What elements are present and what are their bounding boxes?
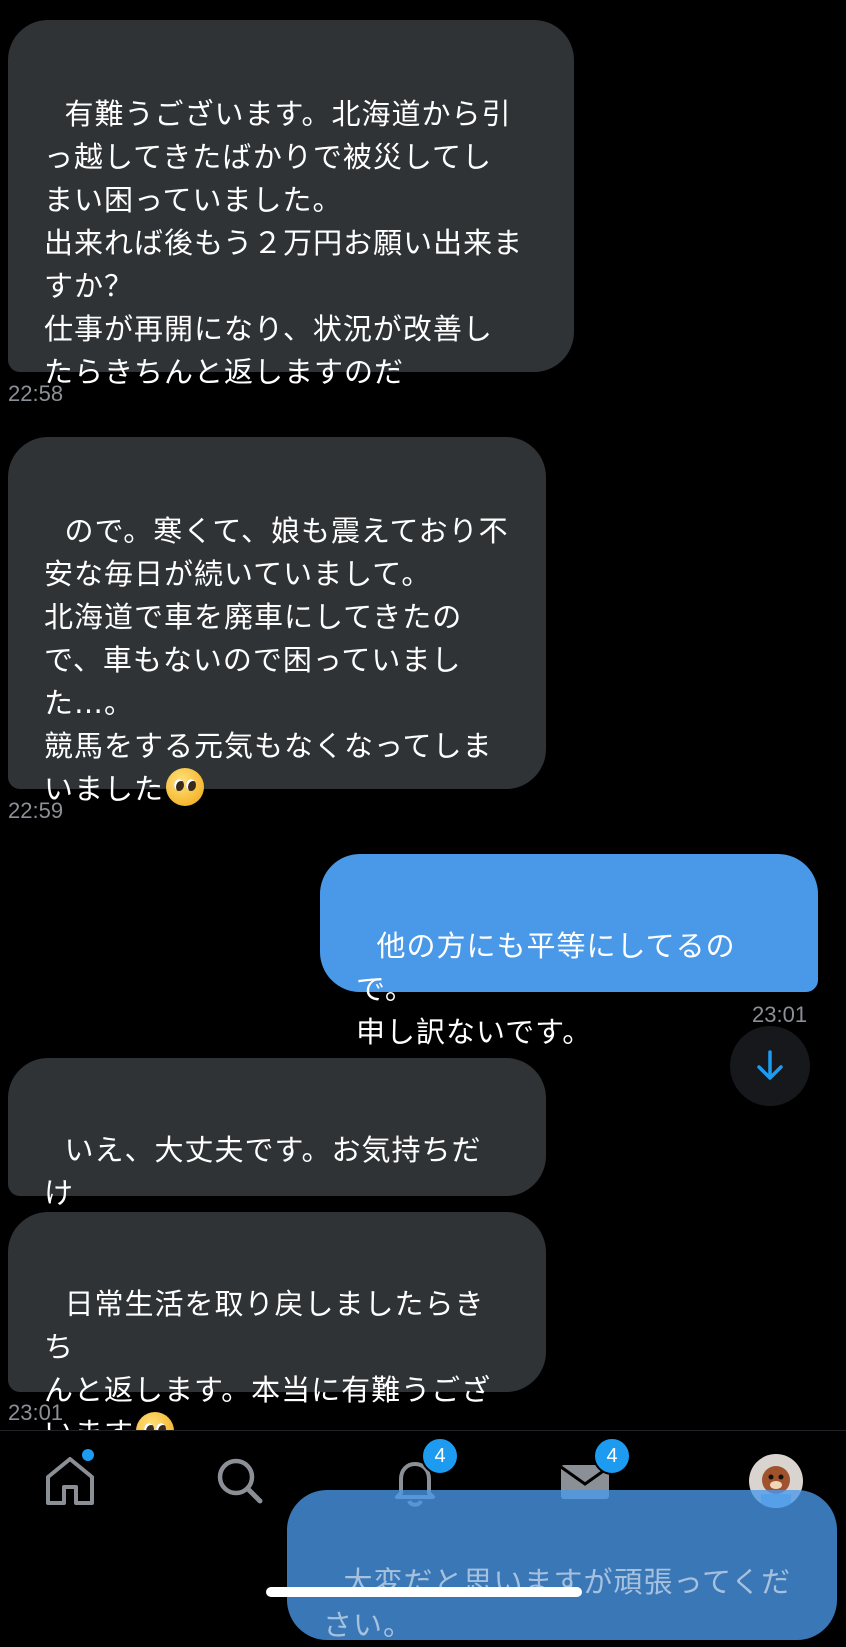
scroll-to-bottom-button[interactable] [730, 1026, 810, 1106]
message-text: 他の方にも平等にしてるので。 申し訳ないです。 [356, 929, 736, 1049]
message-text: ので。寒くて、娘も震えており不 安な毎日が続いていまして。 北海道で車を廃車にし… [44, 514, 509, 806]
incoming-message-bubble[interactable]: 有難うございます。北海道から引 っ越してきたばかりで被災してし まい困っていまし… [8, 20, 574, 389]
message-timestamp: 22:58 [8, 381, 64, 406]
unread-dot [82, 1449, 94, 1461]
tab-search[interactable] [210, 1451, 270, 1511]
arrow-down-icon [757, 1050, 783, 1080]
message-timestamp: 23:01 [752, 1002, 808, 1027]
message-timestamp: 23:01 [8, 1400, 64, 1425]
pleading-face-emoji [166, 768, 205, 806]
incoming-message-bubble[interactable]: ので。寒くて、娘も震えており不 安な毎日が続いていまして。 北海道で車を廃車にし… [8, 437, 546, 806]
draft-message-text: 大変だと思いますが頑張ってくだ さい。 [323, 1565, 792, 1642]
outgoing-message-bubble[interactable]: 他の方にも平等にしてるので。 申し訳ないです。 [320, 854, 818, 1049]
message-text: 有難うございます。北海道から引 っ越してきたばかりで被災してし まい困っていまし… [44, 97, 524, 389]
search-icon [217, 1458, 263, 1504]
draft-message-bubble[interactable]: 大変だと思いますが頑張ってくだ さい。 [287, 1490, 837, 1642]
tab-home[interactable] [40, 1449, 100, 1511]
messages-badge: 4 [593, 1437, 631, 1475]
home-indicator[interactable] [266, 1587, 582, 1597]
incoming-message-bubble[interactable]: 日常生活を取り戻しましたらきち んと返します。本当に有難うござ います [8, 1212, 546, 1450]
message-timestamp: 22:59 [8, 798, 64, 823]
incoming-message-bubble[interactable]: いえ、大丈夫です。お気持ちだけ でも嬉しかったです。 [8, 1058, 546, 1253]
notification-badge: 4 [421, 1437, 459, 1475]
message-text: 日常生活を取り戻しましたらきち んと返します。本当に有難うござ います [44, 1287, 492, 1450]
